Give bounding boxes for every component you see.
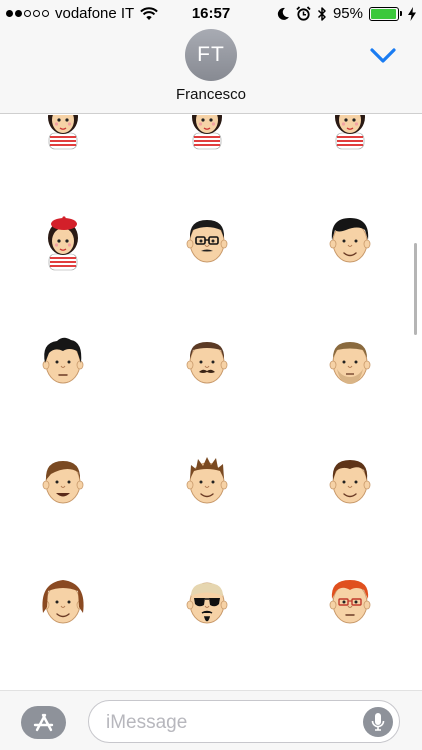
contact-name[interactable]: Francesco [0, 86, 422, 103]
microphone-icon [371, 713, 385, 731]
status-bar: vodafone IT 16:57 95% [0, 0, 422, 28]
sticker-girl-striped-shirt[interactable] [33, 115, 93, 151]
sticker-man-black-hair[interactable] [320, 208, 380, 272]
sticker-man-spiky-hair[interactable] [177, 449, 237, 513]
charging-bolt-icon [408, 6, 416, 21]
sticker-girl-red-beret[interactable] [33, 208, 93, 272]
alarm-icon [296, 6, 311, 21]
sticker-man-beard-stubble[interactable] [320, 329, 380, 393]
moon-icon [277, 7, 289, 20]
sticker-man-brown-hair[interactable] [320, 449, 380, 513]
sticker-man-brown-hair-smile[interactable] [33, 449, 93, 513]
app-store-button[interactable] [21, 706, 66, 739]
sticker-man-red-hair-glasses[interactable] [320, 569, 380, 633]
sticker-man-glasses-mustache[interactable] [177, 208, 237, 272]
sticker-man-mustache[interactable] [177, 329, 237, 393]
sticker-girl-striped-shirt-2[interactable] [177, 115, 237, 151]
sticker-man-black-curly-hair[interactable] [33, 329, 93, 393]
sticker-man-long-hair[interactable] [33, 569, 93, 633]
battery-icon [369, 6, 402, 21]
scroll-indicator[interactable] [414, 243, 417, 335]
message-input[interactable]: iMessage [88, 700, 400, 743]
message-placeholder: iMessage [106, 712, 188, 733]
sticker-man-sunglasses-goatee[interactable] [177, 569, 237, 633]
message-input-bar: iMessage [0, 690, 422, 750]
bluetooth-icon [317, 6, 326, 21]
sticker-grid[interactable] [0, 115, 422, 690]
sticker-girl-striped-shirt-3[interactable] [320, 115, 380, 151]
contact-avatar[interactable]: FT [185, 29, 237, 81]
chevron-down-icon[interactable] [368, 44, 398, 66]
microphone-button[interactable] [363, 707, 393, 737]
battery-percent: 95% [332, 5, 363, 22]
app-store-icon [33, 713, 54, 732]
avatar-initials: FT [197, 43, 225, 66]
